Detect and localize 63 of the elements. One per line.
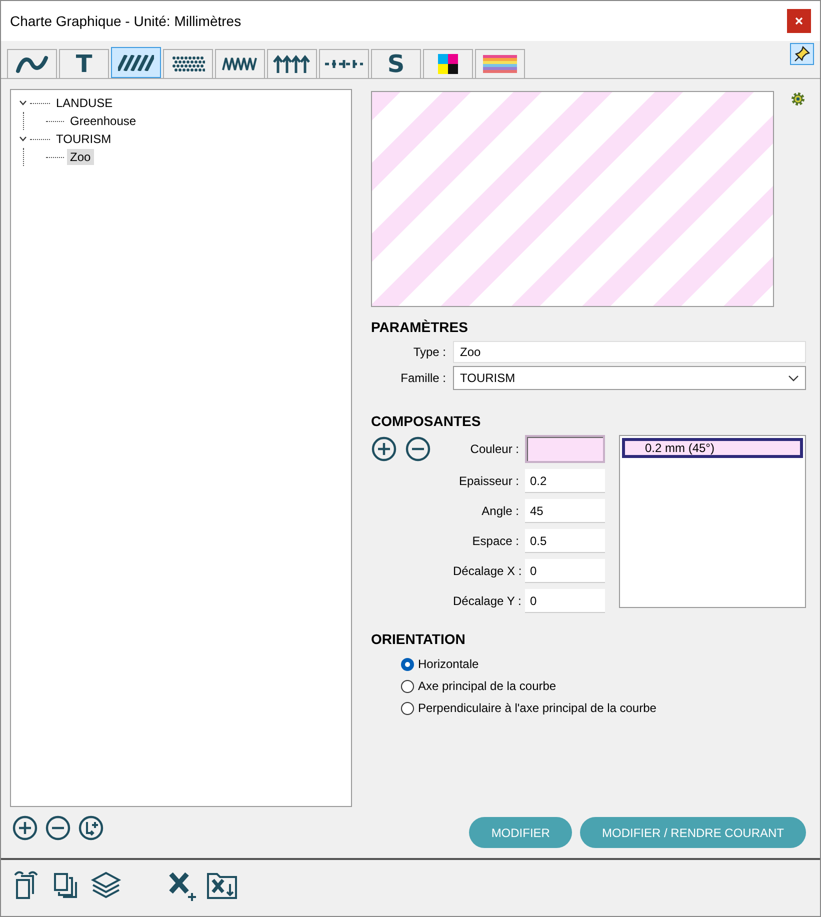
color-stripes-icon	[483, 55, 517, 73]
symbol-tab[interactable]	[215, 49, 265, 78]
symbol-tab[interactable]	[267, 49, 317, 78]
close-icon	[794, 16, 804, 26]
radio-label: Axe principal de la courbe	[418, 679, 556, 693]
symbol-tab[interactable]	[7, 49, 57, 78]
settings-icon[interactable]	[790, 91, 806, 107]
pin-button[interactable]	[790, 43, 814, 65]
input-field[interactable]: 0.5	[525, 529, 605, 553]
tree-item[interactable]: Zoo	[67, 149, 94, 165]
chevron-icon	[788, 374, 799, 382]
family-dropdown[interactable]: TOURISM	[453, 366, 806, 390]
tab-glyph: T	[76, 50, 92, 78]
orientation-radio[interactable]: Perpendiculaire à l'axe principal de la courbe	[401, 697, 806, 719]
expand-toggle[interactable]	[19, 99, 27, 107]
window-title: Charte Graphique - Unité: Millimètres	[10, 13, 242, 29]
orientation-radio[interactable]: Horizontale	[401, 653, 806, 675]
curve-icon	[15, 54, 49, 74]
add-icon[interactable]	[12, 815, 38, 841]
field-label: Couleur :	[469, 442, 520, 456]
add-icon[interactable]	[371, 436, 397, 462]
expand-toggle[interactable]	[19, 135, 27, 143]
field-label: Décalage Y :	[453, 594, 522, 608]
field-label: Type :	[412, 345, 447, 359]
arrows-icon	[273, 54, 311, 74]
field-label: Famille :	[400, 371, 447, 385]
remove-icon[interactable]	[405, 436, 431, 462]
symbol-tab[interactable]: T	[59, 49, 109, 78]
field-label: Décalage X :	[453, 564, 523, 578]
type-field[interactable]: Zoo	[453, 341, 806, 363]
section-heading: ORIENTATION	[371, 631, 466, 647]
symbol-tab[interactable]	[163, 49, 213, 78]
remove-icon[interactable]	[45, 815, 71, 841]
dashed-line-icon	[324, 58, 364, 70]
add-child-icon[interactable]	[78, 815, 104, 841]
symbol-tab[interactable]	[319, 49, 369, 78]
symbol-tab[interactable]	[111, 47, 161, 78]
field-label: Espace :	[471, 534, 520, 548]
radio-label: Horizontale	[418, 657, 479, 671]
tab-glyph: S	[387, 50, 405, 78]
section-heading: PARAMÈTRES	[371, 319, 469, 335]
tree-item[interactable]: LANDUSE	[53, 95, 116, 111]
list-item[interactable]: 0.2 mm (45°)	[622, 438, 803, 458]
section-heading: COMPOSANTES	[371, 413, 482, 429]
field-label: Angle :	[480, 504, 520, 518]
close-button[interactable]	[787, 9, 811, 33]
pin-icon	[793, 45, 811, 63]
tree-item[interactable]: Greenhouse	[67, 113, 140, 129]
symbol-tab[interactable]: S	[371, 49, 421, 78]
input-field[interactable]: 0	[525, 589, 605, 613]
zigzag-icon	[222, 56, 258, 72]
tree-item[interactable]: TOURISM	[53, 131, 114, 147]
hatch-icon	[118, 54, 154, 70]
dots-icon	[171, 55, 205, 73]
orientation-radio[interactable]: Axe principal de la courbe	[401, 675, 806, 697]
color-swatch[interactable]	[525, 435, 605, 463]
symbol-tab[interactable]	[423, 49, 473, 78]
color-squares-icon	[438, 54, 458, 74]
input-field[interactable]: 0	[525, 559, 605, 583]
radio-label: Perpendiculaire à l'axe principal de la courbe	[418, 701, 656, 715]
field-label: Epaisseur :	[458, 474, 520, 488]
input-field[interactable]: 0.2	[525, 469, 605, 493]
input-field[interactable]: 45	[525, 499, 605, 523]
